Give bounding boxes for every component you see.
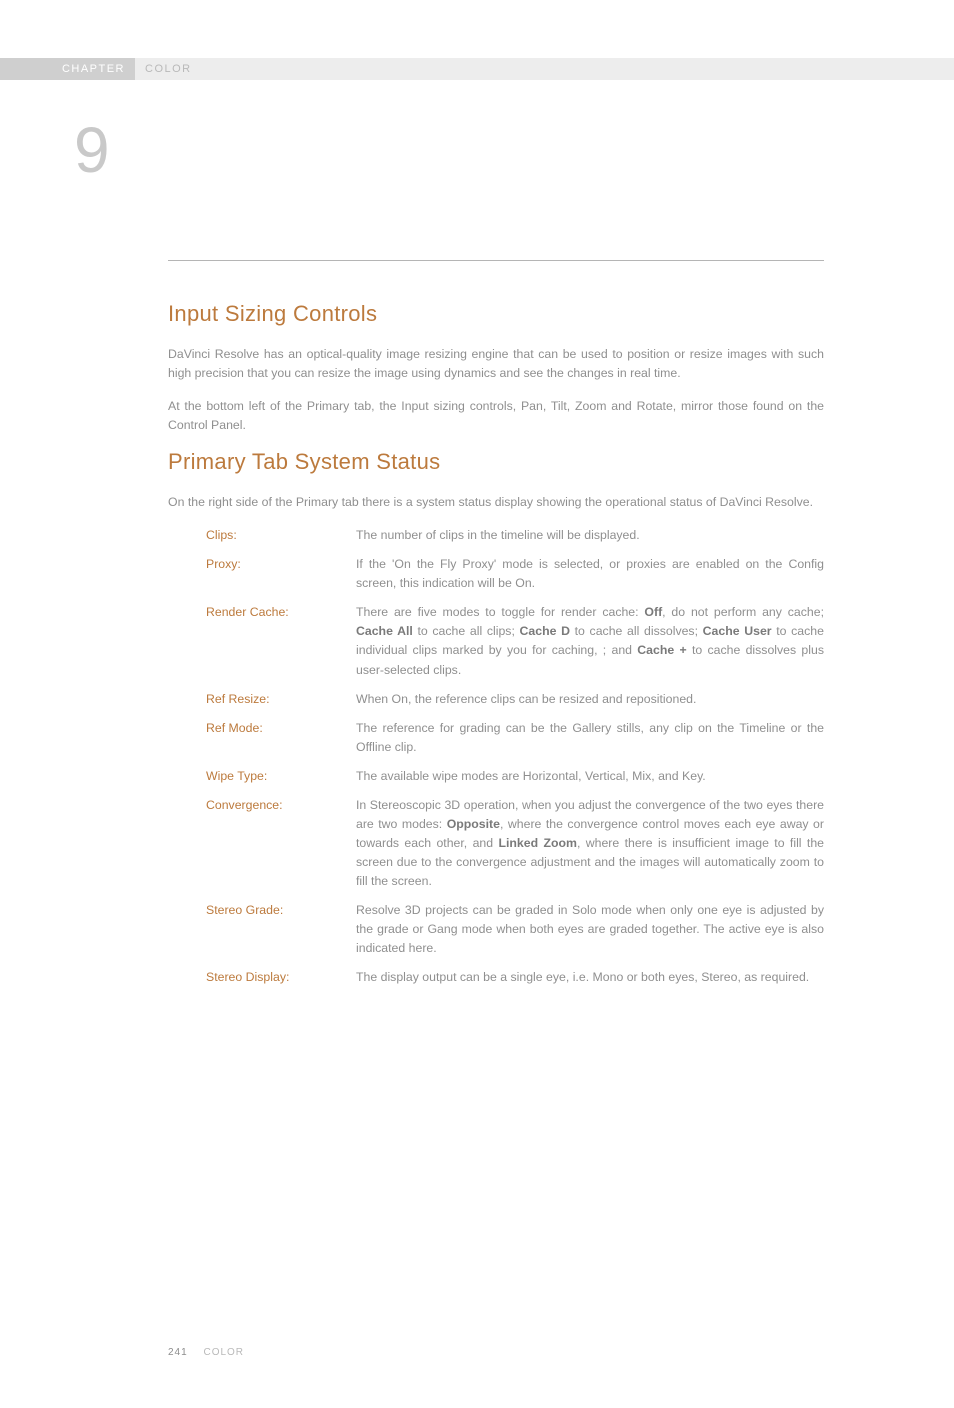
definition-term: Ref Resize: bbox=[206, 690, 356, 709]
chapter-label: CHAPTER bbox=[0, 58, 135, 80]
definition-row: Wipe Type:The available wipe modes are H… bbox=[206, 767, 824, 786]
page-content: Input Sizing Controls DaVinci Resolve ha… bbox=[0, 80, 954, 987]
header-bar: CHAPTER COLOR bbox=[0, 58, 954, 80]
definition-row: Proxy:If the 'On the Fly Proxy' mode is … bbox=[206, 555, 824, 593]
heading-input-sizing: Input Sizing Controls bbox=[168, 301, 824, 327]
definition-term: Stereo Grade: bbox=[206, 901, 356, 958]
definition-row: Stereo Display:The display output can be… bbox=[206, 968, 824, 987]
definition-list: Clips:The number of clips in the timelin… bbox=[206, 526, 824, 987]
definition-row: Stereo Grade:Resolve 3D projects can be … bbox=[206, 901, 824, 958]
definition-term: Wipe Type: bbox=[206, 767, 356, 786]
definition-description: In Stereoscopic 3D operation, when you a… bbox=[356, 796, 824, 891]
chapter-title: COLOR bbox=[135, 58, 192, 80]
definition-description: Resolve 3D projects can be graded in Sol… bbox=[356, 901, 824, 958]
definition-term: Ref Mode: bbox=[206, 719, 356, 757]
definition-description: The available wipe modes are Horizontal,… bbox=[356, 767, 824, 786]
definition-description: When On, the reference clips can be resi… bbox=[356, 690, 824, 709]
heading-primary-tab: Primary Tab System Status bbox=[168, 449, 824, 475]
definition-description: The number of clips in the timeline will… bbox=[356, 526, 824, 545]
definition-term: Proxy: bbox=[206, 555, 356, 593]
footer-section: COLOR bbox=[203, 1347, 244, 1358]
body-text: DaVinci Resolve has an optical-quality i… bbox=[168, 345, 824, 383]
definition-description: If the 'On the Fly Proxy' mode is select… bbox=[356, 555, 824, 593]
definition-description: The reference for grading can be the Gal… bbox=[356, 719, 824, 757]
chapter-number: 9 bbox=[74, 118, 110, 182]
definition-row: Convergence:In Stereoscopic 3D operation… bbox=[206, 796, 824, 891]
definition-term: Render Cache: bbox=[206, 603, 356, 679]
definition-description: There are five modes to toggle for rende… bbox=[356, 603, 824, 679]
page-footer: 241 COLOR bbox=[168, 1347, 244, 1358]
body-text: At the bottom left of the Primary tab, t… bbox=[168, 397, 824, 435]
definition-row: Ref Resize:When On, the reference clips … bbox=[206, 690, 824, 709]
definition-row: Ref Mode:The reference for grading can b… bbox=[206, 719, 824, 757]
definition-row: Render Cache:There are five modes to tog… bbox=[206, 603, 824, 679]
body-text: On the right side of the Primary tab the… bbox=[168, 493, 824, 512]
definition-description: The display output can be a single eye, … bbox=[356, 968, 824, 987]
definition-term: Clips: bbox=[206, 526, 356, 545]
divider bbox=[168, 260, 824, 261]
page-number: 241 bbox=[168, 1347, 188, 1358]
definition-term: Stereo Display: bbox=[206, 968, 356, 987]
definition-row: Clips:The number of clips in the timelin… bbox=[206, 526, 824, 545]
definition-term: Convergence: bbox=[206, 796, 356, 891]
